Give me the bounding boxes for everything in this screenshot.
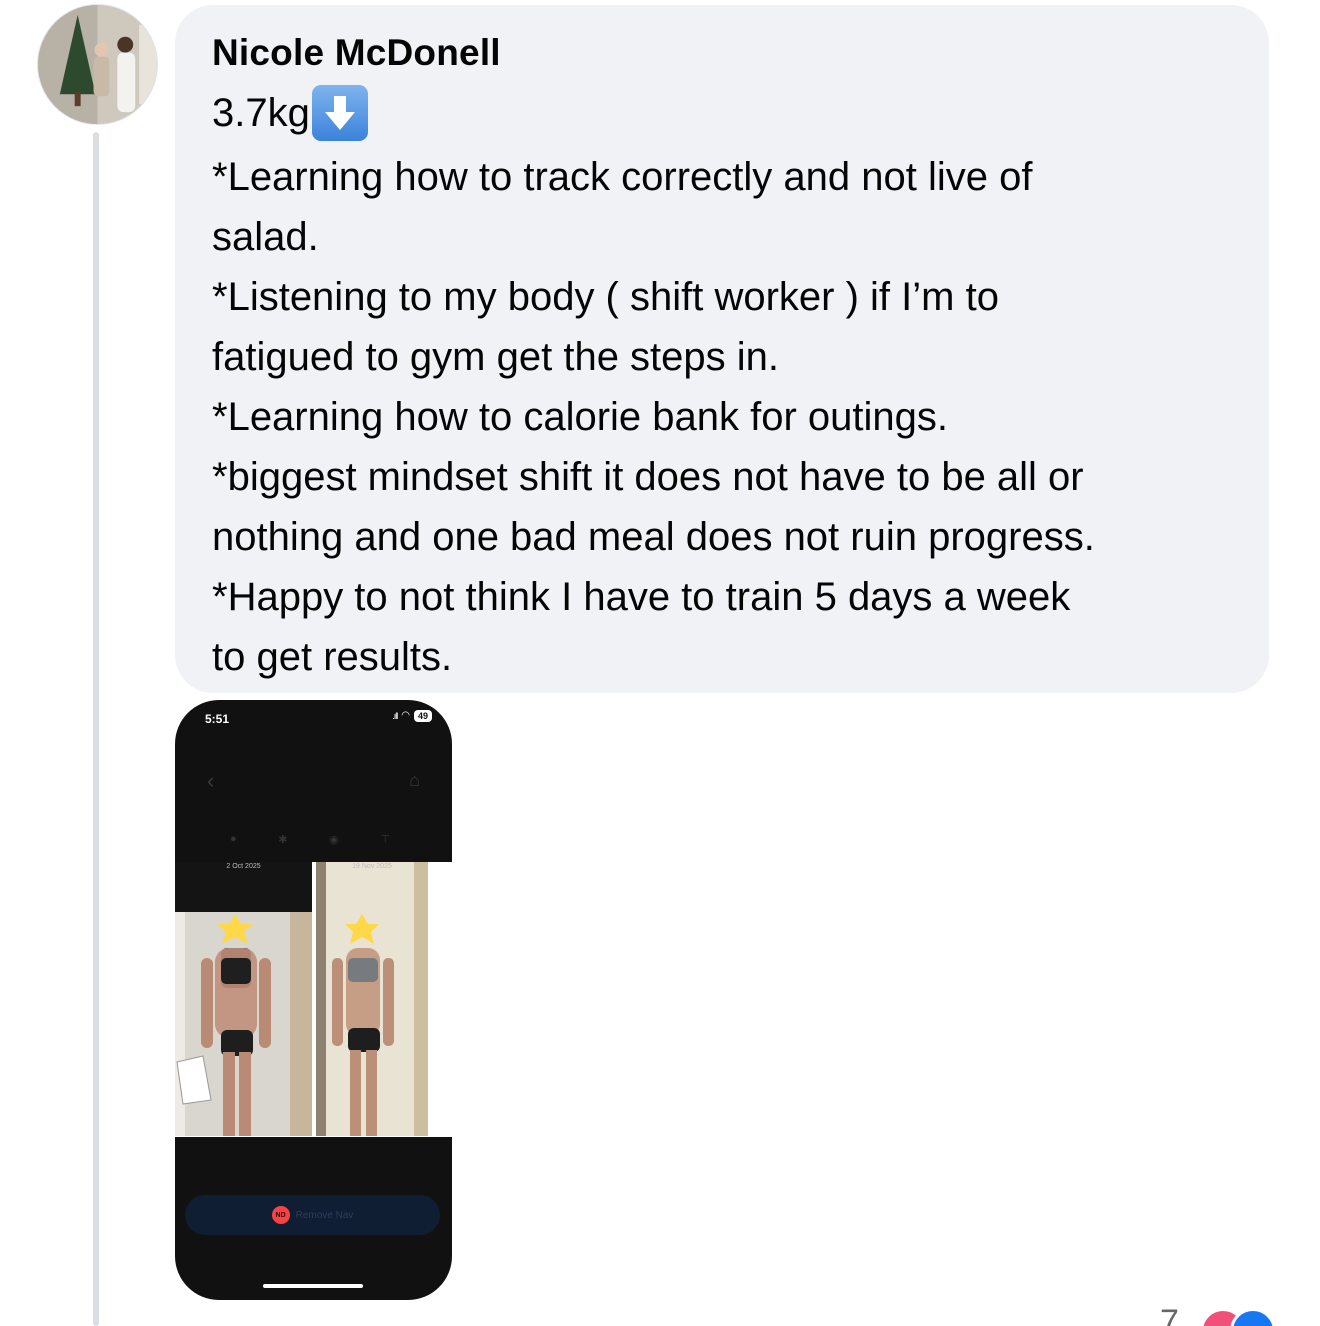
comment-thread: Nicole McDonell 3.7kg *Learning how to t… [0, 0, 1320, 1326]
weight-loss-value: 3.7kg [212, 91, 310, 135]
signal-icon: .ıll [392, 711, 398, 721]
status-icons: .ıll ◠ 49 [392, 710, 432, 722]
comment-line: fatigued to gym get the steps in. [212, 335, 780, 379]
comment-line: *Listening to my body ( shift worker ) i… [212, 275, 999, 319]
comment-line: *Learning how to calorie bank for outing… [212, 395, 949, 439]
thread-line [93, 132, 99, 1326]
before-photo: 2 Oct 2025 [175, 862, 312, 1136]
comment-line: *biggest mindset shift it does not have … [212, 455, 1084, 499]
tool-icon: ◉ [329, 834, 339, 846]
progress-photos: 2 Oct 2025 19 Nov 2025 [175, 862, 452, 1137]
reaction-summary[interactable]: 7 [1160, 1303, 1320, 1326]
tool-icon: ● [230, 833, 237, 845]
weight-loss-line: 3.7kg [212, 85, 1233, 141]
like-reaction-icon [1230, 1308, 1276, 1326]
after-photo: 19 Nov 2025 [316, 862, 428, 1136]
battery-icon: 49 [413, 710, 432, 722]
remove-nav-button: ND Remove Nav [185, 1195, 440, 1235]
comment-author[interactable]: Nicole McDonell [212, 31, 1233, 75]
comment-line: *Happy to not think I have to train 5 da… [212, 575, 1071, 619]
wifi-icon: ◠ [401, 710, 410, 721]
toolbar-icons: ● ✱ ◉ ⊤ [230, 833, 390, 846]
home-icon: ⌂ [409, 770, 420, 790]
status-time: 5:51 [205, 712, 230, 726]
before-photo-date: 2 Oct 2025 [226, 863, 261, 870]
remove-nav-label: Remove Nav [295, 1209, 354, 1221]
comment-line: salad. [212, 215, 319, 259]
comment-line: to get results. [212, 635, 453, 679]
home-indicator [263, 1284, 363, 1288]
back-icon: ‹ [207, 768, 215, 793]
tool-icon: ✱ [278, 834, 288, 846]
avatar[interactable] [37, 4, 158, 125]
screenshot-attachment[interactable]: 5:51 .ıll ◠ 49 ‹ ⌂ ● ✱ ◉ ⊤ 2 Oct 2025 19… [175, 700, 452, 1300]
comment-line: nothing and one bad meal does not ruin p… [212, 515, 1095, 559]
after-photo-date: 19 Nov 2025 [352, 863, 392, 870]
tool-icon: ⊤ [380, 834, 390, 846]
comment-text: *Learning how to track correctly and not… [212, 147, 1233, 687]
comment-line: *Learning how to track correctly and not… [212, 155, 1033, 199]
comment-bubble: Nicole McDonell 3.7kg *Learning how to t… [175, 5, 1269, 693]
down-arrow-icon [311, 85, 368, 141]
avatar-photo [38, 5, 157, 124]
reaction-count: 7 [1160, 1303, 1179, 1326]
nd-badge: ND [271, 1206, 290, 1224]
